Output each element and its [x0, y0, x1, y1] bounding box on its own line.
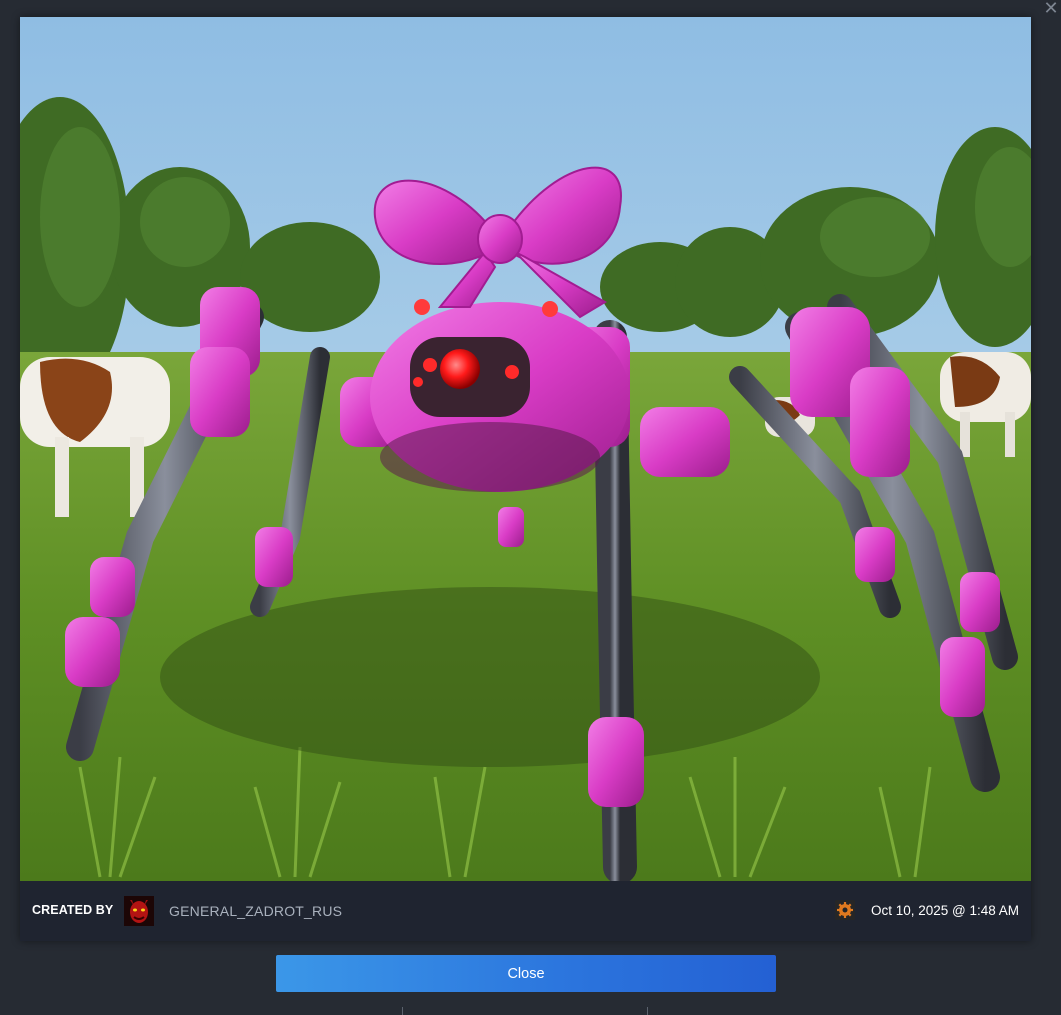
screenshot-info-bar: CREATED BY GENERAL_ZADROT_RUS Oct 10, 20… — [20, 881, 1031, 941]
demon-avatar-icon[interactable] — [124, 896, 154, 926]
footer-divider — [400, 1007, 650, 1015]
screenshot-image[interactable] — [20, 17, 1031, 881]
screenshot-date: Oct 10, 2025 @ 1:48 AM — [870, 903, 1019, 918]
close-button[interactable]: Close — [276, 955, 776, 992]
gear-game-icon[interactable] — [835, 900, 855, 920]
screenshot-frame: CREATED BY GENERAL_ZADROT_RUS Oct 10, 20… — [20, 17, 1031, 941]
screenshot-viewer-modal: ✕ CREATED BY GENERAL_ZADROT_RUS Oct 10, … — [0, 0, 1061, 1015]
author-name-link[interactable]: GENERAL_ZADROT_RUS — [169, 903, 342, 919]
created-by-label: CREATED BY — [32, 903, 114, 917]
close-icon[interactable]: ✕ — [1041, 0, 1061, 18]
